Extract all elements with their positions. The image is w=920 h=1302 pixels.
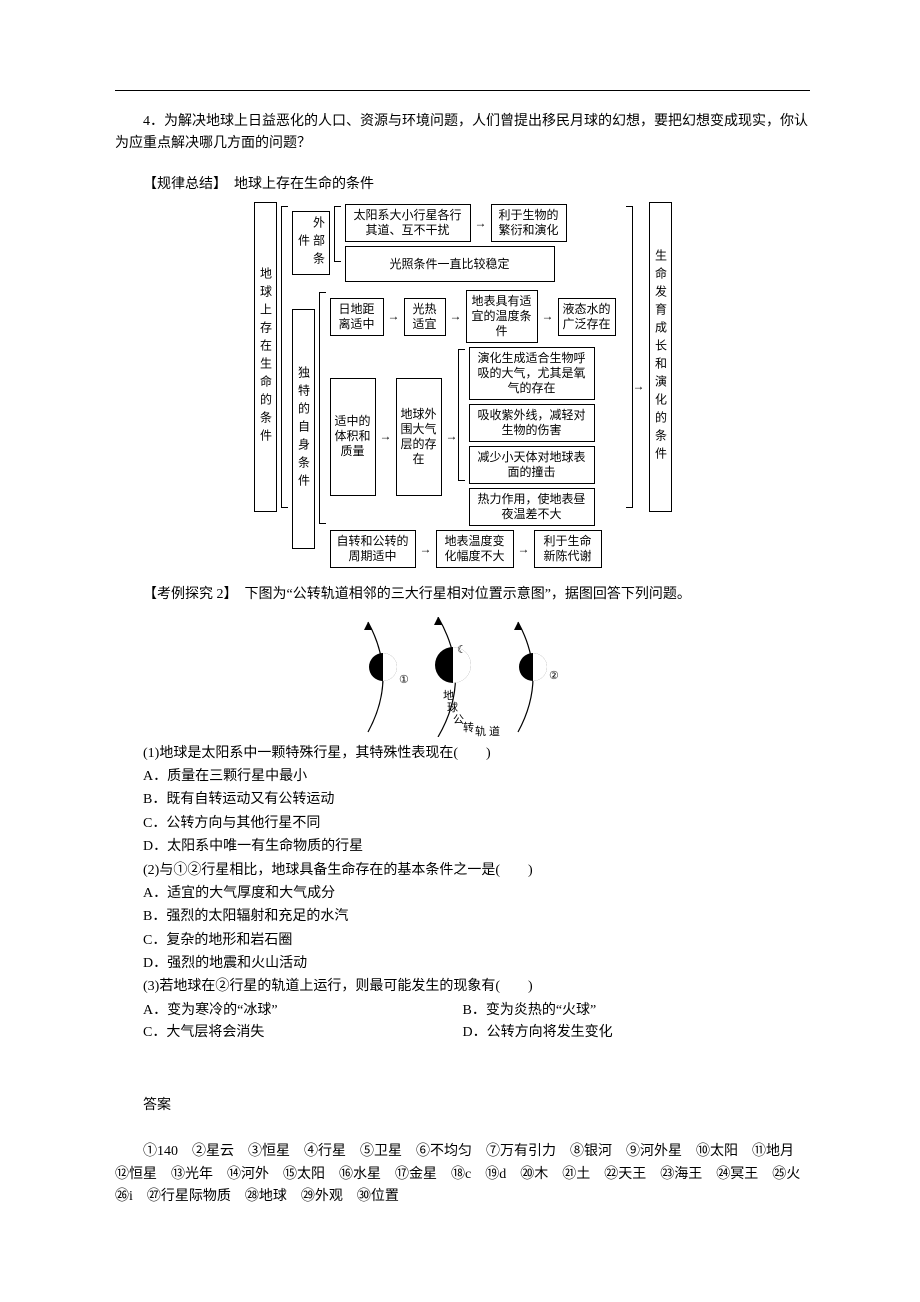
- arrow-icon: →: [475, 216, 487, 231]
- example-2-label: 【考例探究 2】: [143, 587, 231, 602]
- q1-B: B．既有自转运动又有公转运动: [115, 789, 810, 811]
- svg-text:球: 球: [447, 700, 458, 714]
- q1-stem: (1)地球是太阳系中一颗特殊行星，其特殊性表现在( ): [115, 743, 810, 765]
- fig-label-2: ②: [549, 670, 559, 682]
- q3-D: D．公转方向将发生变化: [463, 1022, 811, 1044]
- diagram-ext2: 光照条件一直比较稳定: [345, 246, 555, 282]
- diagram-self-label: 独特的自身条件: [296, 366, 311, 492]
- answers-section: 答案 ①140 ②星云 ③恒星 ④行星 ⑤卫星 ⑥不均匀 ⑦万有引力 ⑧银河 ⑨…: [115, 1095, 810, 1209]
- svg-text:轨: 轨: [475, 724, 486, 737]
- q4-label: 4．: [143, 114, 164, 129]
- diagram-s3a: 自转和公转的周期适中: [330, 530, 416, 568]
- diagram-s3b: 地表温度变化幅度不大: [436, 530, 514, 568]
- example-2-text: 下图为“公转轨道相邻的三大行星相对位置示意图”，据图回答下列问题。: [245, 587, 691, 602]
- q3-row1: A．变为寒冷的“冰球” B．变为炎热的“火球”: [115, 1000, 810, 1022]
- diagram-s2c1: 演化生成适合生物呼吸的大气，尤其是氧气的存在: [469, 347, 595, 400]
- q2-stem: (2)与①②行星相比，地球具备生命存在的基本条件之一是( ): [115, 860, 810, 882]
- diagram-ext1: 太阳系大小行星各行其道、互不干扰: [345, 204, 471, 242]
- arrow-icon: →: [450, 309, 462, 324]
- diagram-s1c: 地表具有适宜的温度条件: [466, 290, 538, 343]
- q3-A: A．变为寒冷的“冰球”: [115, 1000, 463, 1022]
- diagram-s2c3: 减少小天体对地球表面的撞击: [469, 446, 595, 484]
- arrow-icon: →: [420, 542, 432, 557]
- diagram-main: 地球上存在生命的条件: [258, 267, 273, 447]
- arrow-icon: →: [446, 429, 458, 444]
- q1-D: D．太阳系中唯一有生命物质的行星: [115, 836, 810, 858]
- top-rule: [115, 90, 810, 91]
- diagram-s3c: 利于生命新陈代谢: [534, 530, 602, 568]
- q2-B: B．强烈的太阳辐射和充足的水汽: [115, 906, 810, 928]
- q1-A: A．质量在三颗行星中最小: [115, 766, 810, 788]
- diagram-s2c2: 吸收紫外线，减轻对生物的伤害: [469, 404, 595, 442]
- document-page: 4．为解决地球上日益恶化的人口、资源与环境问题，人们曾提出移民月球的幻想，要把幻…: [0, 0, 920, 1302]
- diagram-s2b: 地球外围大气层的存在: [396, 378, 442, 496]
- diagram-s2a: 适中的体积和质量: [330, 378, 376, 496]
- answers-title: 答案: [115, 1095, 810, 1117]
- fig-label-1: ①: [399, 674, 409, 686]
- arrow-icon: →: [380, 429, 392, 444]
- q3-C: C．大气层将会消失: [115, 1022, 463, 1044]
- svg-text:转: 转: [463, 720, 474, 734]
- example-2-intro: 【考例探究 2】 下图为“公转轨道相邻的三大行星相对位置示意图”，据图回答下列问…: [115, 584, 810, 606]
- fig-earth-label: 地: [443, 689, 454, 702]
- arrow-icon: →: [542, 309, 554, 324]
- rule-summary-title: 地球上存在生命的条件: [234, 177, 374, 192]
- q2-D: D．强烈的地震和火山活动: [115, 953, 810, 975]
- planet-figure: ① ☾ ② 地 球 公 转 轨 道: [115, 617, 810, 737]
- q1-C: C．公转方向与其他行星不同: [115, 813, 810, 835]
- q4-text: 为解决地球上日益恶化的人口、资源与环境问题，人们曾提出移民月球的幻想，要把幻想变…: [115, 114, 808, 151]
- q2-C: C．复杂的地形和岩石圈: [115, 930, 810, 952]
- q3-stem: (3)若地球在②行星的轨道上运行，则最可能发生的现象有( ): [115, 976, 810, 998]
- rule-summary-label: 【规律总结】: [143, 177, 220, 192]
- conditions-diagram: 地球上存在生命的条件 外部条件 太阳系大小行星各行其道、互不干扰 → 利于生物的…: [115, 202, 810, 570]
- q3-B: B．变为炎热的“火球”: [463, 1000, 811, 1022]
- arrow-icon: →: [388, 309, 400, 324]
- diagram-s1d: 液态水的广泛存在: [558, 298, 616, 336]
- arrow-icon: →: [633, 379, 645, 394]
- svg-text:道: 道: [489, 724, 500, 737]
- rule-summary-heading: 【规律总结】 地球上存在生命的条件: [115, 174, 810, 196]
- diagram-right: 生命发育成长和演化的条件: [653, 249, 668, 465]
- diagram-s1a: 日地距离适中: [330, 298, 384, 336]
- diagram-external-label: 外部条件: [296, 216, 326, 270]
- answers-line1: ①140 ②星云 ③恒星 ④行星 ⑤卫星 ⑥不均匀 ⑦万有引力 ⑧银河 ⑨河外星…: [115, 1141, 810, 1208]
- q3-row2: C．大气层将会消失 D．公转方向将发生变化: [115, 1022, 810, 1044]
- arrow-icon: →: [518, 542, 530, 557]
- question-4: 4．为解决地球上日益恶化的人口、资源与环境问题，人们曾提出移民月球的幻想，要把幻…: [115, 111, 810, 156]
- q2-A: A．适宜的大气厚度和大气成分: [115, 883, 810, 905]
- diagram-s2c4: 热力作用，使地表昼夜温差不大: [469, 488, 595, 526]
- diagram-s1b: 光热适宜: [404, 298, 446, 336]
- diagram-ext1r: 利于生物的繁衍和演化: [491, 204, 567, 242]
- svg-text:☾: ☾: [457, 644, 467, 656]
